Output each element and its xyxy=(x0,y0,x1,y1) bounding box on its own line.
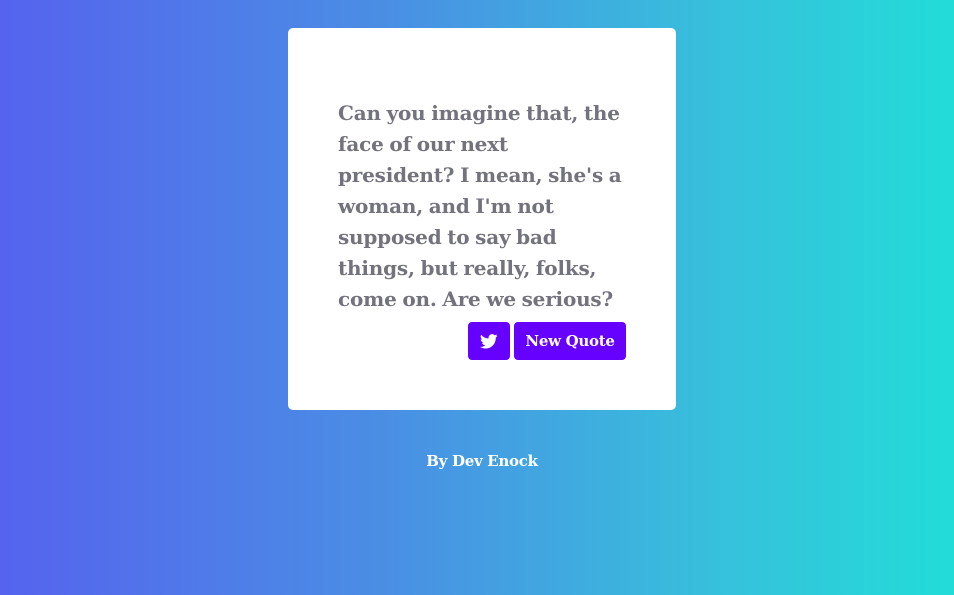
tweet-button[interactable] xyxy=(468,322,510,360)
new-quote-button[interactable]: New Quote xyxy=(514,322,626,360)
author-credit: By Dev Enock xyxy=(426,452,538,470)
quote-card: Can you imagine that, the face of our ne… xyxy=(288,28,676,410)
quote-actions: New Quote xyxy=(468,322,626,360)
quote-text: Can you imagine that, the face of our ne… xyxy=(338,101,622,311)
twitter-icon xyxy=(480,333,498,348)
